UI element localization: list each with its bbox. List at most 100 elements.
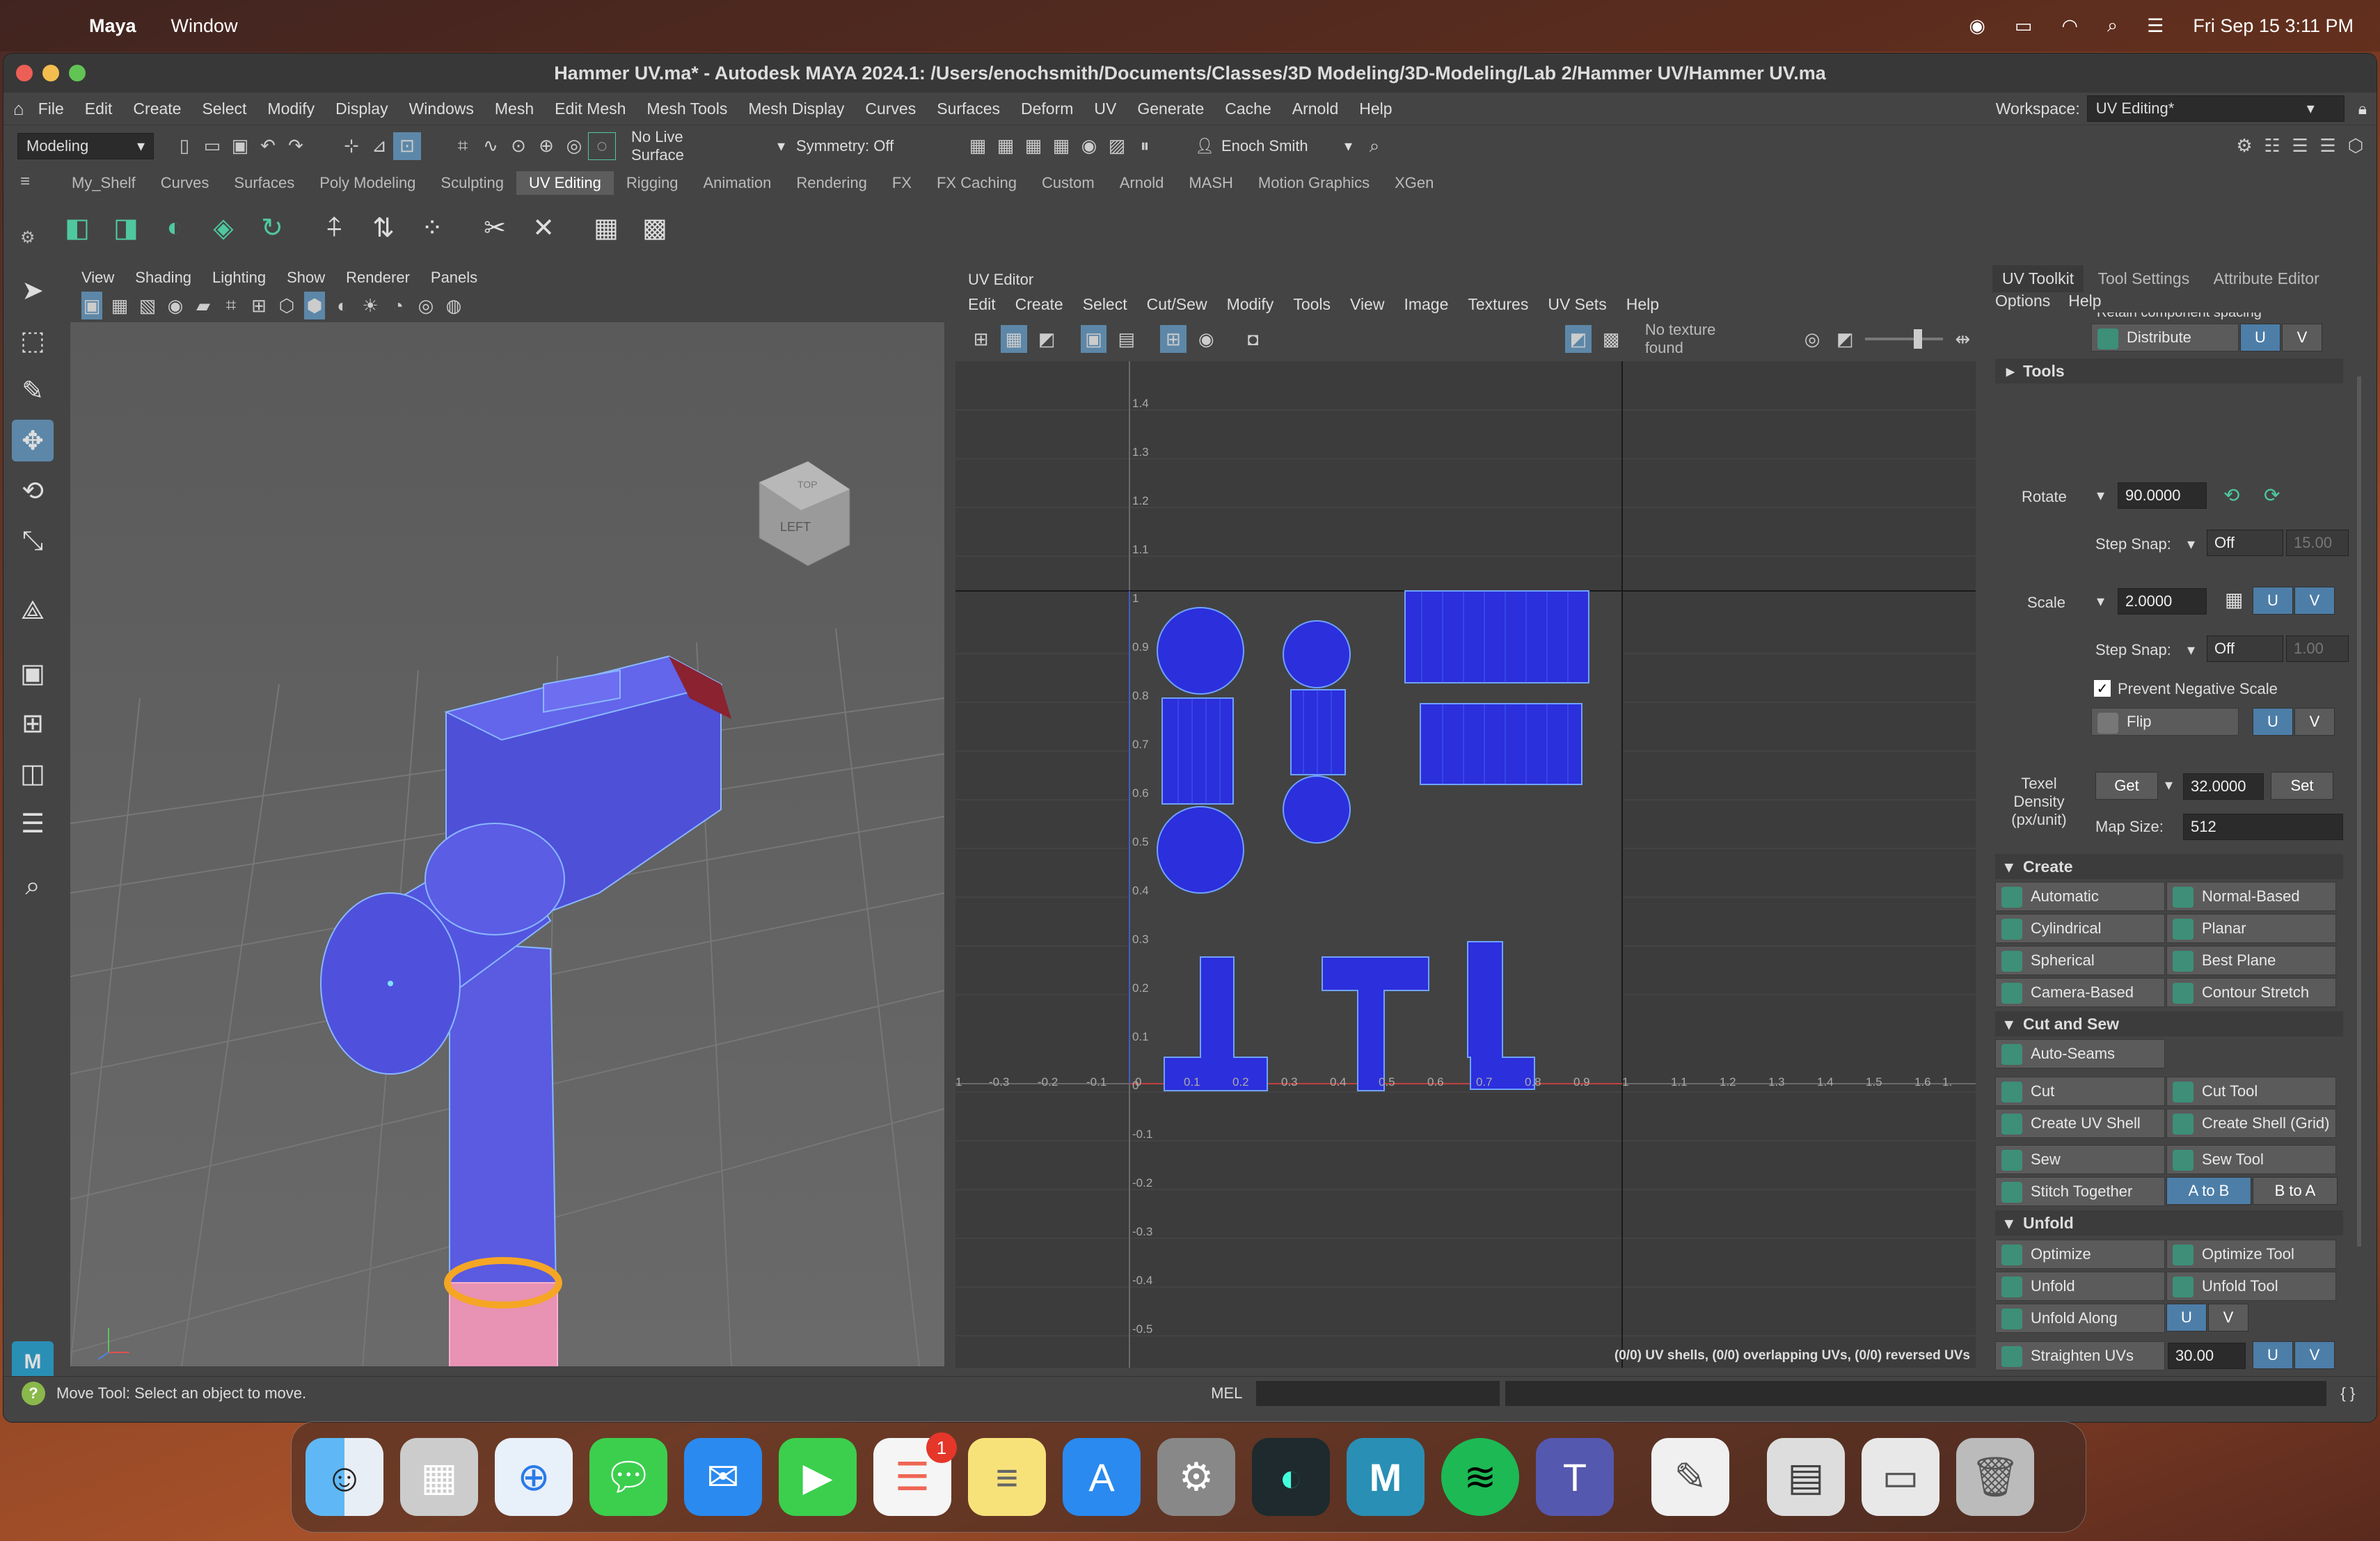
menu-arnold[interactable]: Arnold — [1292, 100, 1338, 118]
make-live-icon[interactable]: ◌ — [588, 132, 616, 160]
uv-menu-view[interactable]: View — [1350, 295, 1384, 314]
unfold-along-button[interactable]: Unfold Along — [1995, 1304, 2165, 1333]
shelf-tab-surfaces[interactable]: Surfaces — [221, 171, 307, 195]
battery-icon[interactable]: ▭ — [2015, 15, 2033, 37]
shelf-tab-curves[interactable]: Curves — [148, 171, 222, 195]
optimize-tool-button[interactable]: Optimize Tool — [2166, 1240, 2336, 1269]
scale-uniform-icon[interactable]: ▦ — [2225, 588, 2243, 611]
select-component-icon[interactable]: ⊡ — [393, 132, 421, 160]
dock-settings-icon[interactable]: ⚙ — [1157, 1438, 1235, 1516]
dock-gitkraken-icon[interactable]: ◐ — [1252, 1438, 1330, 1516]
textured-icon[interactable]: ◐ — [332, 292, 353, 319]
shelf-tab-uv-editing[interactable]: UV Editing — [516, 171, 614, 195]
select-tool-icon[interactable]: ➤ — [12, 269, 54, 311]
shelf-tab-rigging[interactable]: Rigging — [614, 171, 691, 195]
mel-label[interactable]: MEL — [1211, 1384, 1242, 1402]
sew-button[interactable]: Sew — [1995, 1145, 2165, 1174]
modeling-toolkit-icon[interactable]: ⚙ — [2230, 132, 2258, 160]
texel-density-icon[interactable]: ⍏ — [317, 210, 353, 246]
xray-icon[interactable]: ◎ — [415, 292, 436, 319]
straighten-u-button[interactable]: U — [2253, 1341, 2293, 1369]
cut-tool-button[interactable]: Cut Tool — [2166, 1077, 2336, 1106]
unfold-along-u-button[interactable]: U — [2166, 1304, 2207, 1331]
snap-grid-icon[interactable]: ⌗ — [449, 132, 477, 160]
uv-menu-modify[interactable]: Modify — [1227, 295, 1274, 314]
menu-mesh[interactable]: Mesh — [495, 100, 534, 118]
camera-icon[interactable]: ▰ — [193, 292, 214, 319]
arnold-render-icon[interactable]: ◉ — [1075, 132, 1103, 160]
dock-textedit-icon[interactable]: ✎ — [1651, 1438, 1729, 1516]
save-scene-icon[interactable]: ▣ — [226, 132, 254, 160]
stitch-together-button[interactable]: Stitch Together — [1995, 1177, 2165, 1206]
viewport-menu-panels[interactable]: Panels — [431, 269, 477, 287]
uv-checker-icon[interactable]: ▩ — [1598, 325, 1624, 353]
menu-options[interactable]: Options — [1995, 292, 2050, 310]
smooth-shade-icon[interactable]: ⬢ — [304, 292, 325, 319]
3d-viewport[interactable]: LEFT TOP persp — [70, 322, 945, 1422]
lights-icon[interactable]: ☀ — [360, 292, 381, 319]
wifi-icon[interactable]: ◠ — [2061, 15, 2078, 37]
unfold-icon[interactable]: ↻ — [254, 210, 290, 246]
tools-section-header[interactable]: ▸ Tools — [1995, 358, 2343, 384]
uv-pixel-snap-icon[interactable]: ⊞ — [1160, 325, 1187, 353]
zoom-window-button[interactable] — [69, 65, 86, 81]
viewport-menu-show[interactable]: Show — [287, 269, 325, 287]
image-plane-icon[interactable]: ◉ — [165, 292, 186, 319]
menu-mesh-tools[interactable]: Mesh Tools — [646, 100, 727, 118]
uv-texture-icon[interactable]: ◩ — [1034, 325, 1060, 353]
unfold-tool-button[interactable]: Unfold Tool — [2166, 1272, 2336, 1301]
slider-handle[interactable] — [1913, 329, 1922, 349]
shelf-tab-rendering[interactable]: Rendering — [784, 171, 880, 195]
automatic-map-icon[interactable]: ◈ — [205, 210, 241, 246]
lasso-tool-icon[interactable]: ⬚ — [12, 319, 54, 361]
shelf-tab-mash[interactable]: MASH — [1176, 171, 1246, 195]
viewport-menu-renderer[interactable]: Renderer — [346, 269, 410, 287]
uv-exposure-slider[interactable] — [1864, 329, 1943, 349]
app-menu[interactable]: Maya — [89, 15, 136, 37]
shelf-settings-icon[interactable]: ⚙ — [20, 228, 35, 248]
uv-menu-select[interactable]: Select — [1083, 295, 1127, 314]
rotate-step-value[interactable]: 15.00 — [2286, 530, 2349, 556]
dock-maya-icon[interactable]: M — [1347, 1438, 1425, 1516]
select-hierarchy-icon[interactable]: ⊹ — [338, 132, 365, 160]
arnold-stop-icon[interactable]: ⏸ — [1131, 132, 1159, 160]
normal-based-button[interactable]: Normal-Based — [2166, 882, 2336, 911]
control-center-icon[interactable]: ☰ — [2147, 15, 2164, 37]
texel-set-button[interactable]: Set — [2271, 772, 2333, 800]
ipr-render-icon[interactable]: ▦ — [992, 132, 1020, 160]
channel-box-icon[interactable]: ☰ — [2314, 132, 2342, 160]
shelf-tab-fx[interactable]: FX — [880, 171, 924, 195]
menu-windows[interactable]: Windows — [409, 100, 474, 118]
shelf-tab-poly-modeling[interactable]: Poly Modeling — [307, 171, 428, 195]
cut-uv-icon[interactable]: ✂ — [477, 210, 513, 246]
sew-uv-icon[interactable]: ✕ — [525, 210, 562, 246]
shelf-tab-motion-graphics[interactable]: Motion Graphics — [1246, 171, 1382, 195]
distribute-icon[interactable]: ⁘ — [414, 210, 450, 246]
viewport-menu-shading[interactable]: Shading — [135, 269, 191, 287]
four-view-icon[interactable]: ⊞ — [12, 702, 54, 744]
lock-icon[interactable]: 🔒︎ — [2358, 100, 2367, 118]
a-to-b-button[interactable]: A to B — [2166, 1177, 2251, 1205]
menu-surfaces[interactable]: Surfaces — [937, 100, 1000, 118]
uv-filter-icon[interactable]: ◉ — [1193, 325, 1219, 353]
shelf-tab-xgen[interactable]: XGen — [1382, 171, 1446, 195]
bookmark-icon[interactable]: ▧ — [137, 292, 158, 319]
close-window-button[interactable] — [16, 65, 33, 81]
gate-icon[interactable]: ⌗ — [221, 292, 241, 319]
open-scene-icon[interactable]: ▭ — [198, 132, 226, 160]
workspace-dropdown[interactable]: UV Editing* ▾ — [2086, 95, 2345, 122]
menu-generate[interactable]: Generate — [1137, 100, 1204, 118]
dock-teams-icon[interactable]: T — [1536, 1438, 1614, 1516]
shelf-tab-arnold[interactable]: Arnold — [1107, 171, 1177, 195]
shelf-menu-icon[interactable]: ≡ — [20, 172, 30, 191]
dock-notes-icon[interactable]: ≡ — [968, 1438, 1046, 1516]
attribute-editor-icon[interactable]: ☷ — [2258, 132, 2286, 160]
uv-flip-icon[interactable]: ⇹ — [1950, 325, 1976, 353]
cutsew-section-header[interactable]: ▾ Cut and Sew — [1995, 1011, 2343, 1036]
panel-scrollbar[interactable] — [2357, 377, 2361, 1247]
menu-help[interactable]: Help — [1359, 100, 1392, 118]
user-account-dropdown[interactable]: 👤︎ Enoch Smith ▾ — [1187, 132, 1360, 159]
select-camera-icon[interactable]: ▣ — [81, 292, 102, 319]
home-icon[interactable]: ⌂ — [13, 98, 24, 120]
scale-u-button[interactable]: U — [2253, 587, 2293, 615]
